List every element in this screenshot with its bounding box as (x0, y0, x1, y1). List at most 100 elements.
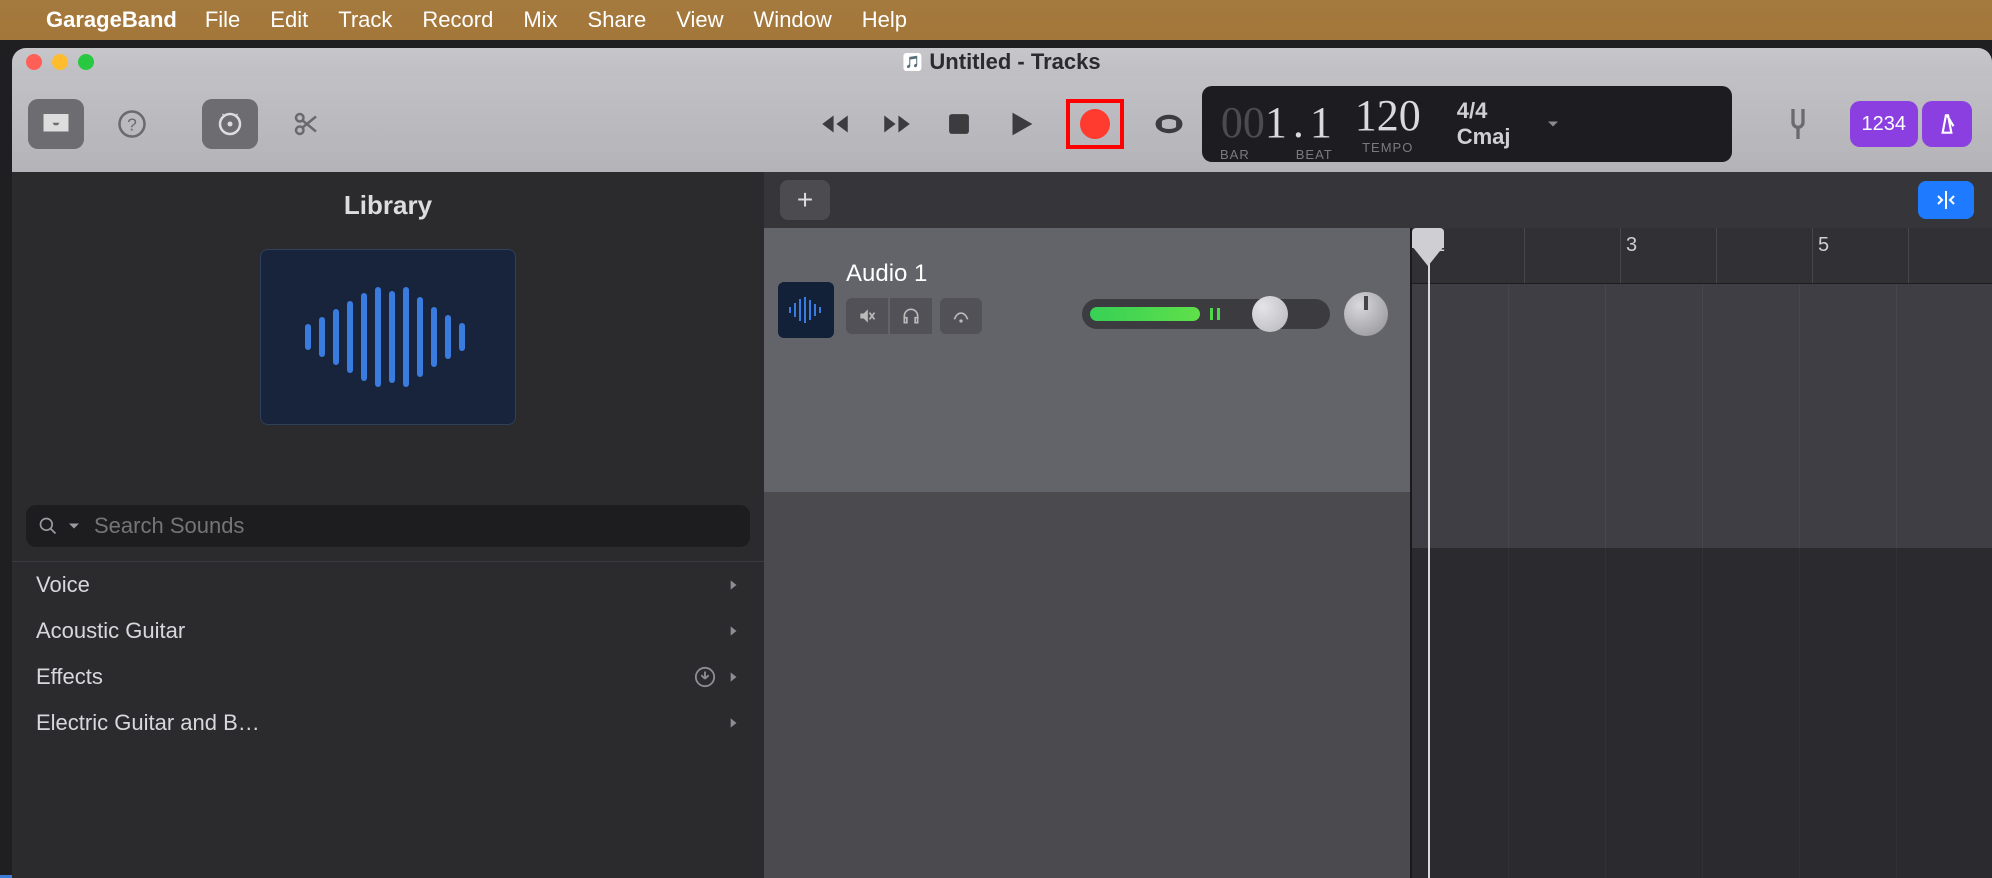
scissors-icon (291, 109, 321, 139)
stop-button[interactable] (942, 107, 976, 141)
menu-edit[interactable]: Edit (270, 7, 308, 33)
add-track-button[interactable]: + (780, 180, 830, 220)
tuner-button[interactable] (1774, 100, 1822, 148)
toolbar: ? 00 1 (12, 76, 1992, 172)
menu-mix[interactable]: Mix (523, 7, 557, 33)
volume-thumb[interactable] (1252, 296, 1288, 332)
snap-playhead-icon (1932, 188, 1960, 212)
lcd-sep: . (1293, 101, 1304, 145)
menu-share[interactable]: Share (588, 7, 647, 33)
chevron-right-icon (726, 666, 740, 688)
menu-window[interactable]: Window (754, 7, 832, 33)
mute-icon (857, 306, 877, 326)
library-toggle-button[interactable] (28, 99, 84, 149)
lcd-timesig[interactable]: 4/4 (1457, 98, 1488, 124)
document-icon: 🎵 (903, 53, 921, 71)
lcd-display[interactable]: 00 1 . 1 BAR BEAT 120 TEMPO 4/4 Cmaj (1202, 86, 1732, 162)
cycle-button[interactable] (1152, 107, 1186, 141)
forward-button[interactable] (880, 107, 914, 141)
chevron-right-icon (726, 712, 740, 734)
chevron-down-icon (1543, 114, 1563, 134)
play-button[interactable] (1004, 107, 1038, 141)
lcd-beat-label: BEAT (1296, 147, 1333, 162)
lcd-bar-pad: 00 (1221, 101, 1265, 145)
library-category-acoustic-guitar[interactable]: Acoustic Guitar (12, 608, 764, 654)
dial-icon (215, 109, 245, 139)
volume-slider[interactable] (1082, 299, 1330, 329)
category-label: Acoustic Guitar (36, 618, 185, 644)
volume-ticks (1210, 308, 1220, 320)
catch-playhead-button[interactable] (1918, 181, 1974, 219)
playhead-handle[interactable] (1412, 228, 1444, 248)
lcd-tempo-value[interactable]: 120 (1355, 94, 1421, 138)
library-category-effects[interactable]: Effects (12, 654, 764, 700)
track-type-icon (778, 282, 834, 338)
arrange-empty[interactable] (1412, 548, 1992, 878)
library-panel: Library (12, 172, 764, 878)
chevron-down-icon[interactable] (64, 516, 84, 536)
arrange-area[interactable]: 1 3 5 (1412, 228, 1992, 878)
lcd-beat-value[interactable]: 1 (1310, 101, 1332, 145)
lcd-bar-value[interactable]: 1 (1265, 101, 1287, 145)
library-search[interactable] (26, 505, 750, 547)
lcd-mode-dropdown[interactable] (1529, 86, 1577, 162)
library-search-input[interactable] (94, 513, 738, 539)
record-icon (1080, 109, 1110, 139)
editors-button[interactable] (278, 99, 334, 149)
search-icon (38, 516, 58, 536)
app-menu[interactable]: GarageBand (46, 7, 177, 33)
window-close-button[interactable] (26, 54, 42, 70)
window-zoom-button[interactable] (78, 54, 94, 70)
waveform-icon (786, 295, 826, 325)
volume-meter (1090, 307, 1200, 321)
quick-help-button[interactable]: ? (104, 99, 160, 149)
track-buttons (846, 298, 982, 334)
lcd-key[interactable]: Cmaj (1457, 124, 1511, 150)
library-category-electric-guitar-bass[interactable]: Electric Guitar and B… (12, 700, 764, 746)
library-category-voice[interactable]: Voice (12, 562, 764, 608)
smart-controls-button[interactable] (202, 99, 258, 149)
metronome-icon (1934, 111, 1960, 137)
menu-track[interactable]: Track (338, 7, 392, 33)
tuning-fork-icon (1778, 104, 1818, 144)
count-in-button[interactable]: 1234 (1850, 101, 1919, 147)
monitor-button[interactable] (890, 298, 932, 334)
input-icon (951, 306, 971, 326)
svg-text:?: ? (127, 114, 137, 134)
track-mixer (1082, 292, 1388, 336)
window-title-text: Untitled - Tracks (929, 49, 1100, 75)
main-area: Library (12, 172, 1992, 878)
library-patch-icon (260, 249, 516, 425)
waveform-icon (298, 282, 478, 392)
rewind-button[interactable] (818, 107, 852, 141)
menu-help[interactable]: Help (862, 7, 907, 33)
timeline-ruler[interactable]: 1 3 5 (1412, 228, 1992, 284)
track-body: Audio 1 (764, 228, 1992, 878)
pan-knob[interactable] (1344, 292, 1388, 336)
track-header-column: Audio 1 (764, 228, 1412, 878)
metronome-button[interactable] (1922, 101, 1972, 147)
track-header-audio1[interactable]: Audio 1 (764, 228, 1410, 492)
menu-record[interactable]: Record (422, 7, 493, 33)
window-minimize-button[interactable] (52, 54, 68, 70)
lcd-key-signature[interactable]: 4/4 Cmaj (1439, 86, 1529, 162)
category-label: Electric Guitar and B… (36, 710, 260, 736)
window-controls (26, 54, 94, 70)
playhead-line[interactable] (1428, 228, 1430, 878)
title-bar[interactable]: 🎵 Untitled - Tracks (12, 48, 1992, 76)
help-icon: ? (117, 109, 147, 139)
arrange-lanes[interactable] (1412, 284, 1992, 878)
menu-view[interactable]: View (676, 7, 723, 33)
track-header-bar: + (764, 172, 1992, 228)
track-lane-audio1[interactable] (1412, 284, 1992, 548)
inbox-icon (41, 109, 71, 139)
input-button[interactable] (940, 298, 982, 334)
playhead-triangle-icon[interactable] (1412, 246, 1444, 266)
record-button[interactable] (1080, 109, 1110, 139)
mute-button[interactable] (846, 298, 888, 334)
menu-file[interactable]: File (205, 7, 240, 33)
ruler-mark-3: 3 (1626, 234, 1637, 257)
category-label: Voice (36, 572, 90, 598)
download-circle-icon[interactable] (694, 666, 716, 688)
track-name[interactable]: Audio 1 (846, 260, 982, 288)
